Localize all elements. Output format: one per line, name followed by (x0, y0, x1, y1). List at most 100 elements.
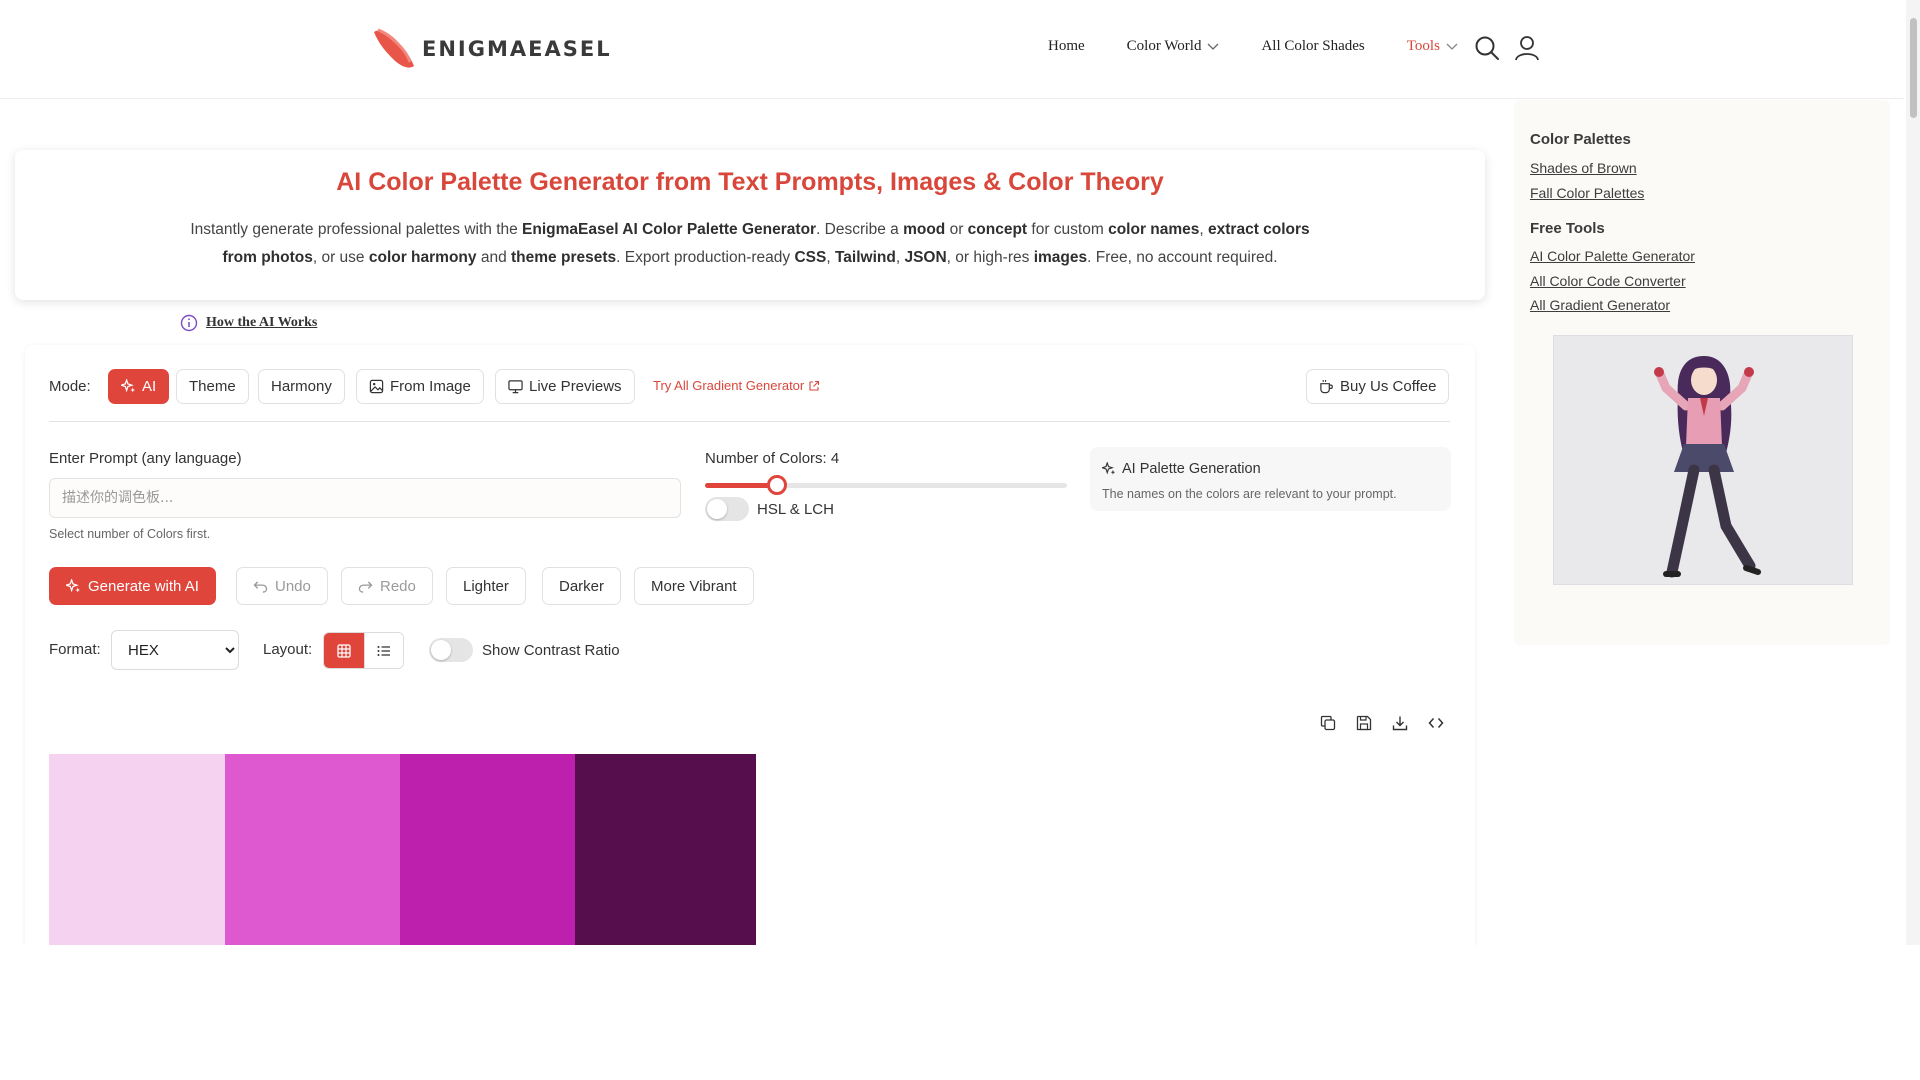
nav-all-color-shades[interactable]: All Color Shades (1261, 38, 1364, 55)
right-sidebar: Color Palettes Shades of Brown Fall Colo… (1514, 100, 1890, 645)
hsl-lch-label: HSL & LCH (757, 501, 834, 518)
mode-live-previews-button[interactable]: Live Previews (495, 369, 635, 404)
sidebar-palettes-heading: Color Palettes (1530, 131, 1631, 148)
hero-card: AI Color Palette Generator from Text Pro… (15, 150, 1485, 300)
page-bottom-area (0, 945, 1920, 1080)
mode-from-image-button[interactable]: From Image (356, 369, 484, 404)
copy-icon[interactable] (1320, 715, 1336, 731)
lighter-label: Lighter (463, 577, 509, 595)
number-of-colors-slider[interactable] (705, 475, 1067, 495)
more-vibrant-label: More Vibrant (651, 577, 737, 595)
sidebar-link-gradient-generator[interactable]: All Gradient Generator (1530, 297, 1670, 313)
mode-label: Mode: (49, 378, 91, 395)
buy-coffee-button[interactable]: Buy Us Coffee (1306, 369, 1450, 404)
format-select[interactable]: HEX (111, 630, 239, 670)
anime-character-image (1654, 356, 1761, 578)
nav-all-color-shades-label: All Color Shades (1261, 38, 1365, 54)
sidebar-link-fall-palettes[interactable]: Fall Color Palettes (1530, 185, 1644, 201)
how-ai-works-label: How the AI Works (206, 315, 318, 330)
chevron-down-icon (1446, 43, 1458, 50)
coffee-cup-icon (1320, 379, 1333, 394)
ai-info-title-label: AI Palette Generation (1122, 461, 1261, 477)
nav-home-label: Home (1048, 38, 1085, 54)
palette-preview (49, 754, 756, 954)
list-icon (377, 645, 390, 656)
mode-live-previews-label: Live Previews (529, 378, 622, 395)
nav-color-world-label: Color World (1126, 38, 1202, 54)
redo-button[interactable]: Redo (341, 567, 433, 605)
contrast-ratio-toggle[interactable] (429, 638, 473, 662)
buy-coffee-label: Buy Us Coffee (1340, 378, 1437, 395)
mode-harmony-button[interactable]: Harmony (258, 369, 345, 404)
layout-toggle-group (323, 632, 404, 669)
search-icon[interactable] (1474, 35, 1500, 61)
mode-from-image-label: From Image (390, 378, 471, 395)
sidebar-link-code-converter[interactable]: All Color Code Converter (1530, 273, 1686, 289)
image-icon (369, 379, 384, 394)
redo-icon (358, 580, 373, 593)
sidebar-ad-image[interactable] (1553, 335, 1853, 585)
save-icon[interactable] (1356, 715, 1372, 731)
logo[interactable]: ENIGMAEASEL (370, 26, 612, 72)
sidebar-tools-heading: Free Tools (1530, 220, 1605, 237)
layout-list-button[interactable] (363, 633, 403, 668)
darker-label: Darker (559, 577, 605, 595)
mode-theme-label: Theme (189, 378, 236, 395)
undo-label: Undo (275, 577, 311, 595)
more-vibrant-button[interactable]: More Vibrant (634, 567, 754, 605)
darker-button[interactable]: Darker (542, 567, 622, 605)
sparkles-icon (66, 578, 81, 592)
page-scrollbar[interactable] (1906, 0, 1920, 945)
mode-harmony-label: Harmony (271, 378, 332, 395)
contrast-ratio-label: Show Contrast Ratio (482, 642, 620, 659)
redo-label: Redo (380, 577, 416, 595)
prompt-input[interactable] (49, 478, 681, 518)
palette-swatch-3[interactable] (400, 754, 575, 954)
nav-tools[interactable]: Tools (1407, 38, 1458, 55)
slider-thumb[interactable] (767, 475, 788, 495)
palette-swatch-4[interactable] (575, 754, 756, 954)
nav-home[interactable]: Home (1048, 38, 1085, 55)
generate-ai-button[interactable]: Generate with AI (49, 567, 216, 605)
mode-divider (49, 421, 1450, 422)
undo-button[interactable]: Undo (236, 567, 328, 605)
grid-icon (337, 643, 351, 658)
layout-label: Layout: (263, 641, 313, 658)
how-ai-works-link[interactable]: How the AI Works (180, 314, 317, 332)
format-label: Format: (49, 641, 101, 658)
sparkles-icon (121, 379, 136, 393)
user-icon[interactable] (1514, 35, 1540, 61)
monitor-icon (508, 380, 523, 394)
generate-ai-label: Generate with AI (88, 577, 199, 595)
external-link-icon (809, 380, 820, 391)
ai-info-box: AI Palette Generation The names on the c… (1090, 447, 1451, 511)
ai-info-title: AI Palette Generation (1102, 461, 1261, 477)
gradient-generator-link[interactable]: Try All Gradient Generator (653, 378, 820, 393)
nav-color-world[interactable]: Color World (1127, 38, 1220, 55)
download-icon[interactable] (1392, 715, 1408, 731)
main-nav: Home Color World All Color Shades Tools (1048, 38, 1496, 55)
logo-text: ENIGMAEASEL (422, 37, 612, 61)
hsl-lch-toggle[interactable] (705, 497, 749, 521)
ai-info-desc: The names on the colors are relevant to … (1102, 487, 1397, 501)
page: ENIGMAEASEL Home Color World All Color S… (0, 0, 1920, 1080)
info-icon (180, 314, 198, 332)
palette-swatch-2[interactable] (225, 754, 400, 954)
mode-ai-label: AI (142, 378, 157, 395)
chevron-down-icon (1207, 43, 1219, 50)
palette-swatch-1[interactable] (49, 754, 225, 954)
mode-theme-button[interactable]: Theme (176, 369, 249, 404)
gradient-generator-label: Try All Gradient Generator (653, 378, 805, 393)
site-header: ENIGMAEASEL Home Color World All Color S… (0, 0, 1904, 99)
layout-grid-button[interactable] (324, 633, 364, 668)
sidebar-link-shades-of-brown[interactable]: Shades of Brown (1530, 160, 1637, 176)
hero-intro: Instantly generate professional palettes… (190, 221, 1310, 266)
lighter-button[interactable]: Lighter (446, 567, 526, 605)
prompt-label: Enter Prompt (any language) (49, 450, 242, 467)
sidebar-link-ai-palette[interactable]: AI Color Palette Generator (1530, 248, 1695, 264)
mode-ai-button[interactable]: AI (108, 369, 170, 404)
code-icon[interactable] (1428, 715, 1444, 731)
number-of-colors-label: Number of Colors: 4 (705, 450, 840, 467)
scrollbar-thumb[interactable] (1910, 18, 1917, 118)
page-title: AI Color Palette Generator from Text Pro… (336, 168, 1164, 196)
